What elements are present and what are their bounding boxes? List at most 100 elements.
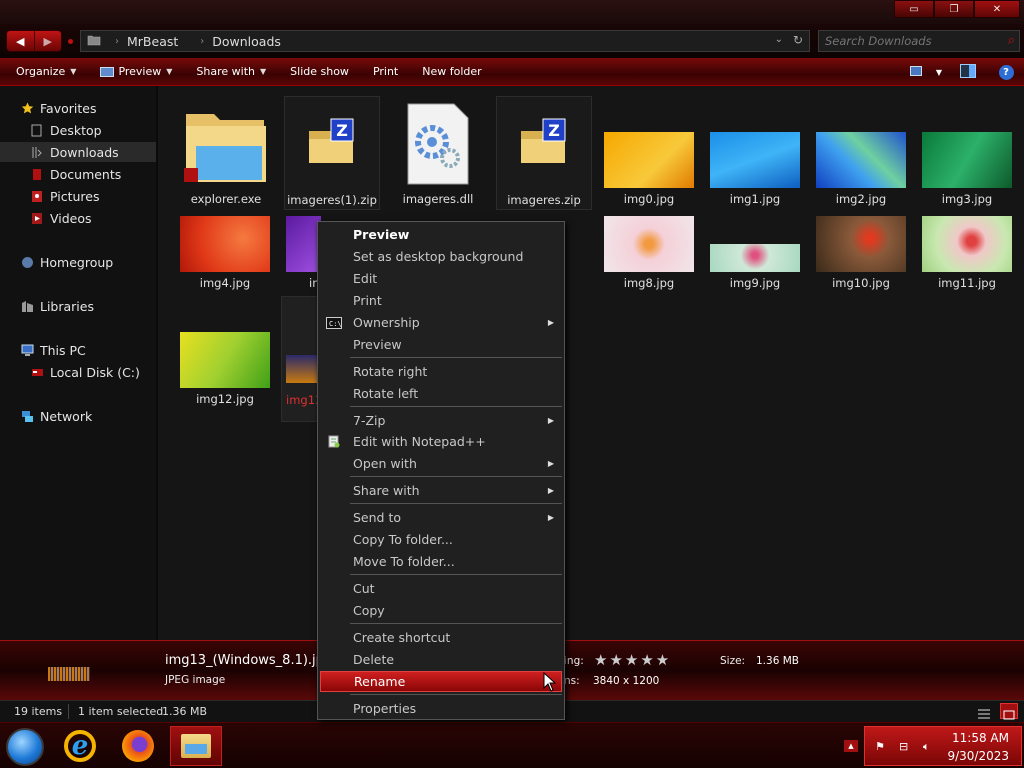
change-view-button[interactable] bbox=[902, 58, 930, 86]
file-item[interactable]: img0.jpg bbox=[599, 96, 699, 210]
file-item[interactable]: imageres.dll bbox=[388, 96, 488, 210]
breadcrumb-separator-icon[interactable]: › bbox=[200, 36, 204, 47]
print-button[interactable]: Print bbox=[361, 65, 410, 78]
menu-item-7zip[interactable]: 7-Zip ▶ bbox=[320, 410, 562, 431]
file-item[interactable]: explorer.exe bbox=[176, 96, 276, 210]
file-item[interactable]: Z imageres(1).zip bbox=[284, 96, 380, 210]
menu-item-edit[interactable]: Edit bbox=[320, 268, 562, 289]
menu-item-delete[interactable]: Delete bbox=[320, 649, 562, 670]
restore-button[interactable]: ❐ bbox=[934, 0, 974, 18]
file-item[interactable]: img12.jpg bbox=[175, 330, 275, 410]
slide-show-button[interactable]: Slide show bbox=[278, 65, 361, 78]
menu-item-create-shortcut[interactable]: Create shortcut bbox=[320, 627, 562, 648]
nav-homegroup[interactable]: Homegroup bbox=[0, 252, 156, 272]
nav-network[interactable]: Network bbox=[0, 406, 156, 426]
menu-item-move-to-folder[interactable]: Move To folder... bbox=[320, 551, 562, 572]
menu-item-label: 7-Zip bbox=[353, 413, 386, 428]
details-view-button[interactable] bbox=[976, 703, 994, 719]
file-item-selected[interactable]: img13 bbox=[281, 296, 322, 422]
nav-downloads[interactable]: Downloads bbox=[0, 142, 156, 162]
clock-date[interactable]: 9/30/2023 bbox=[947, 749, 1009, 763]
address-bar[interactable]: › MrBeast › Downloads ⌄ ↻ bbox=[80, 30, 810, 52]
menu-item-set-desktop-background[interactable]: Set as desktop background bbox=[320, 246, 562, 267]
preview-button[interactable]: Preview ▼ bbox=[88, 65, 184, 78]
search-input[interactable] bbox=[819, 31, 1019, 51]
menu-item-cut[interactable]: Cut bbox=[320, 578, 562, 599]
recent-locations-button[interactable] bbox=[68, 39, 73, 44]
title-bar[interactable]: ▭ ❐ ✕ bbox=[0, 0, 1024, 24]
large-icons-view-button[interactable] bbox=[1000, 703, 1018, 720]
address-dropdown-icon[interactable]: ⌄ bbox=[775, 34, 783, 45]
nav-documents[interactable]: Documents bbox=[0, 164, 156, 184]
network-status-icon[interactable]: ⊟ bbox=[899, 740, 913, 754]
restore-icon: ❐ bbox=[949, 3, 959, 15]
file-item[interactable]: img11.jpg bbox=[917, 214, 1017, 294]
menu-item-copy[interactable]: Copy bbox=[320, 600, 562, 621]
view-options-button[interactable]: ▼ bbox=[930, 58, 948, 86]
volume-icon[interactable]: 🔈︎ bbox=[923, 740, 937, 754]
file-item[interactable]: img3.jpg bbox=[917, 96, 1017, 210]
view-icon bbox=[910, 65, 922, 79]
breadcrumb-downloads[interactable]: Downloads bbox=[212, 34, 281, 49]
desktop-icon bbox=[30, 123, 44, 137]
help-button[interactable]: ? bbox=[988, 58, 1024, 86]
nav-this-pc[interactable]: This PC bbox=[0, 340, 156, 360]
file-list[interactable]: explorer.exe Z imageres(1).zip imageres.… bbox=[160, 86, 1024, 640]
file-item[interactable]: img1.jpg bbox=[705, 96, 805, 210]
share-with-button[interactable]: Share with ▼ bbox=[184, 65, 278, 78]
menu-item-rotate-left[interactable]: Rotate left bbox=[320, 383, 562, 404]
nav-videos[interactable]: Videos bbox=[0, 208, 156, 228]
file-item[interactable]: img9.jpg bbox=[705, 214, 805, 294]
search-box[interactable]: ⌕ bbox=[818, 30, 1020, 52]
slide-show-label: Slide show bbox=[290, 65, 349, 78]
menu-item-preview-2[interactable]: Preview bbox=[320, 334, 562, 355]
minimize-button[interactable]: ▭ bbox=[894, 0, 934, 18]
clock-time[interactable]: 11:58 AM bbox=[952, 731, 1009, 745]
file-item[interactable]: Z imageres.zip bbox=[496, 96, 592, 210]
search-icon[interactable]: ⌕ bbox=[1008, 33, 1015, 48]
organize-label: Organize bbox=[16, 65, 66, 78]
refresh-icon[interactable]: ↻ bbox=[793, 33, 803, 47]
nav-libraries[interactable]: Libraries bbox=[0, 296, 156, 316]
preview-pane-button[interactable] bbox=[948, 58, 988, 86]
nav-desktop[interactable]: Desktop bbox=[0, 120, 156, 140]
menu-item-send-to[interactable]: Send to ▶ bbox=[320, 507, 562, 528]
command-bar: Organize ▼ Preview ▼ Share with ▼ Slide sho… bbox=[0, 58, 1024, 86]
menu-item-copy-to-folder[interactable]: Copy To folder... bbox=[320, 529, 562, 550]
file-item[interactable]: im bbox=[281, 214, 323, 294]
taskbar-firefox[interactable] bbox=[112, 726, 164, 766]
breadcrumb-separator-icon[interactable]: › bbox=[115, 36, 119, 47]
menu-item-open-with[interactable]: Open with ▶ bbox=[320, 453, 562, 474]
file-item[interactable]: img8.jpg bbox=[599, 214, 699, 294]
menu-item-rename[interactable]: Rename bbox=[320, 671, 562, 692]
menu-item-label: Move To folder... bbox=[353, 554, 455, 569]
new-folder-button[interactable]: New folder bbox=[410, 65, 493, 78]
menu-item-share-with[interactable]: Share with ▶ bbox=[320, 480, 562, 501]
file-item[interactable]: img2.jpg bbox=[811, 96, 911, 210]
show-hidden-icons-button[interactable]: ▲ bbox=[844, 740, 858, 752]
organize-button[interactable]: Organize ▼ bbox=[0, 65, 88, 78]
taskbar-file-explorer[interactable] bbox=[170, 726, 222, 766]
file-item[interactable]: img4.jpg bbox=[175, 214, 275, 294]
menu-item-properties[interactable]: Properties bbox=[320, 698, 562, 719]
menu-item-rotate-right[interactable]: Rotate right bbox=[320, 361, 562, 382]
image-thumbnail bbox=[286, 355, 320, 383]
back-button[interactable]: ◀ bbox=[7, 31, 34, 51]
nav-local-disk[interactable]: Local Disk (C:) bbox=[0, 362, 156, 382]
menu-item-ownership[interactable]: C:\ Ownership ▶ bbox=[320, 312, 562, 333]
nav-favorites[interactable]: Favorites bbox=[0, 98, 156, 118]
close-button[interactable]: ✕ bbox=[974, 0, 1020, 18]
selected-count: 1 item selected bbox=[78, 705, 164, 718]
menu-item-edit-with-notepad[interactable]: Edit with Notepad++ bbox=[320, 431, 562, 452]
system-tray: ⚑ ⊟ 🔈︎ 11:58 AM 9/30/2023 bbox=[864, 726, 1022, 766]
start-button[interactable] bbox=[6, 728, 44, 766]
nav-pictures[interactable]: Pictures bbox=[0, 186, 156, 206]
rating-stars[interactable]: ★★★★★ bbox=[594, 651, 671, 669]
taskbar-internet-explorer[interactable]: e bbox=[54, 726, 106, 766]
menu-item-print[interactable]: Print bbox=[320, 290, 562, 311]
action-center-flag-icon[interactable]: ⚑ bbox=[875, 740, 889, 754]
breadcrumb-mrbeast[interactable]: MrBeast bbox=[127, 34, 178, 49]
forward-button[interactable]: ▶ bbox=[33, 31, 62, 51]
file-item[interactable]: img10.jpg bbox=[811, 214, 911, 294]
menu-item-preview[interactable]: Preview bbox=[320, 224, 562, 245]
